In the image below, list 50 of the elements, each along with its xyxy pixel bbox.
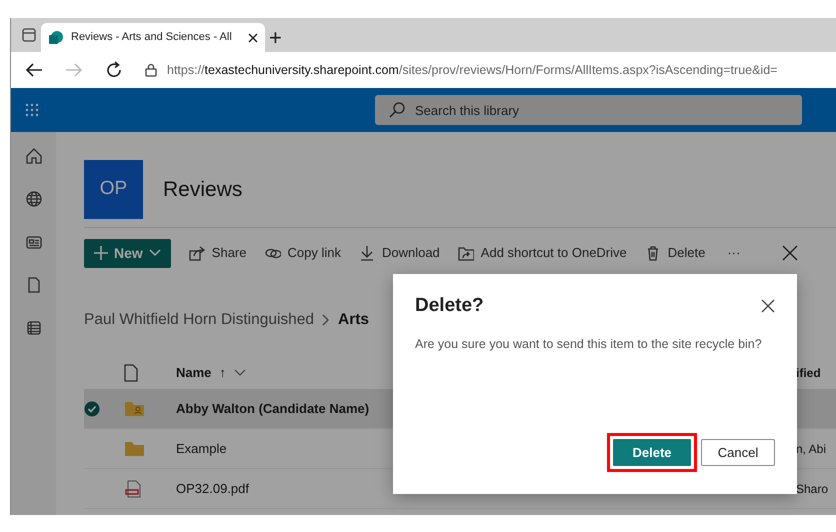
breadcrumb-link[interactable]: Paul Whitfield Horn Distinguished: [84, 308, 314, 332]
folder-person-icon: [124, 400, 145, 418]
new-button[interactable]: New: [84, 238, 171, 268]
command-button[interactable]: Share: [188, 243, 246, 263]
command-button[interactable]: Download: [358, 243, 440, 263]
list-icon[interactable]: [24, 319, 42, 337]
close-icon: [761, 299, 775, 314]
folder-icon: [124, 440, 145, 458]
chevron-icon: [322, 314, 330, 326]
column-header[interactable]: Name: [176, 362, 212, 382]
command-button[interactable]: Add shortcut to OneDrive: [458, 243, 627, 263]
sort-arrow: ↑: [219, 364, 226, 382]
download-icon: [358, 245, 375, 261]
checkmark-icon[interactable]: [84, 401, 100, 418]
file-type-icon: [124, 364, 138, 382]
dialog-title: Delete?: [415, 294, 484, 318]
table-cell-text: n, Abi: [796, 440, 828, 458]
delete-button[interactable]: Delete: [612, 438, 692, 468]
back-icon[interactable]: [25, 62, 43, 78]
site-logo: OP: [84, 160, 143, 219]
caret-icon: [148, 249, 161, 257]
dialog-message: Are you sure you want to send this item to the site recycle bin?: [415, 336, 763, 353]
caret-icon[interactable]: [234, 368, 246, 376]
new-tab-button[interactable]: +: [269, 24, 282, 52]
table-cell-text: Sharo: [796, 480, 830, 498]
folder-shortcut-icon: [458, 245, 474, 261]
close-button[interactable]: [761, 299, 775, 314]
breadcrumb-current: Arts: [338, 310, 370, 330]
plus-icon: [94, 246, 108, 260]
tab-actions-icon[interactable]: [21, 27, 37, 43]
search-icon: [389, 102, 405, 118]
globe-icon[interactable]: [24, 190, 42, 208]
app-launcher-icon[interactable]: [25, 103, 39, 117]
site-icon: [48, 30, 64, 46]
close-icon[interactable]: [782, 245, 798, 261]
lock-icon: [145, 63, 157, 77]
search-field[interactable]: Search this library: [375, 95, 802, 125]
site-title: Reviews: [163, 176, 242, 203]
close-icon[interactable]: [248, 32, 258, 42]
refresh-icon[interactable]: [105, 61, 123, 79]
tab-title: Reviews - Arts and Sciences - All: [71, 30, 233, 46]
share-icon: [188, 245, 205, 261]
address-bar[interactable]: https://texastechuniversity.sharepoint.com/sites/prov/reviews/Horn/Forms/AllItems.aspx?isAscending=true&id=: [167, 60, 778, 80]
more-button[interactable]: ···: [727, 243, 740, 263]
home-icon[interactable]: [24, 147, 42, 165]
column-header[interactable]: ified: [796, 364, 836, 382]
cancel-button[interactable]: Cancel: [701, 439, 775, 466]
command-button[interactable]: Copy link: [264, 243, 341, 263]
command-button[interactable]: Delete: [644, 243, 706, 263]
browser-tab[interactable]: Reviews - Arts and Sciences - All: [41, 23, 265, 52]
